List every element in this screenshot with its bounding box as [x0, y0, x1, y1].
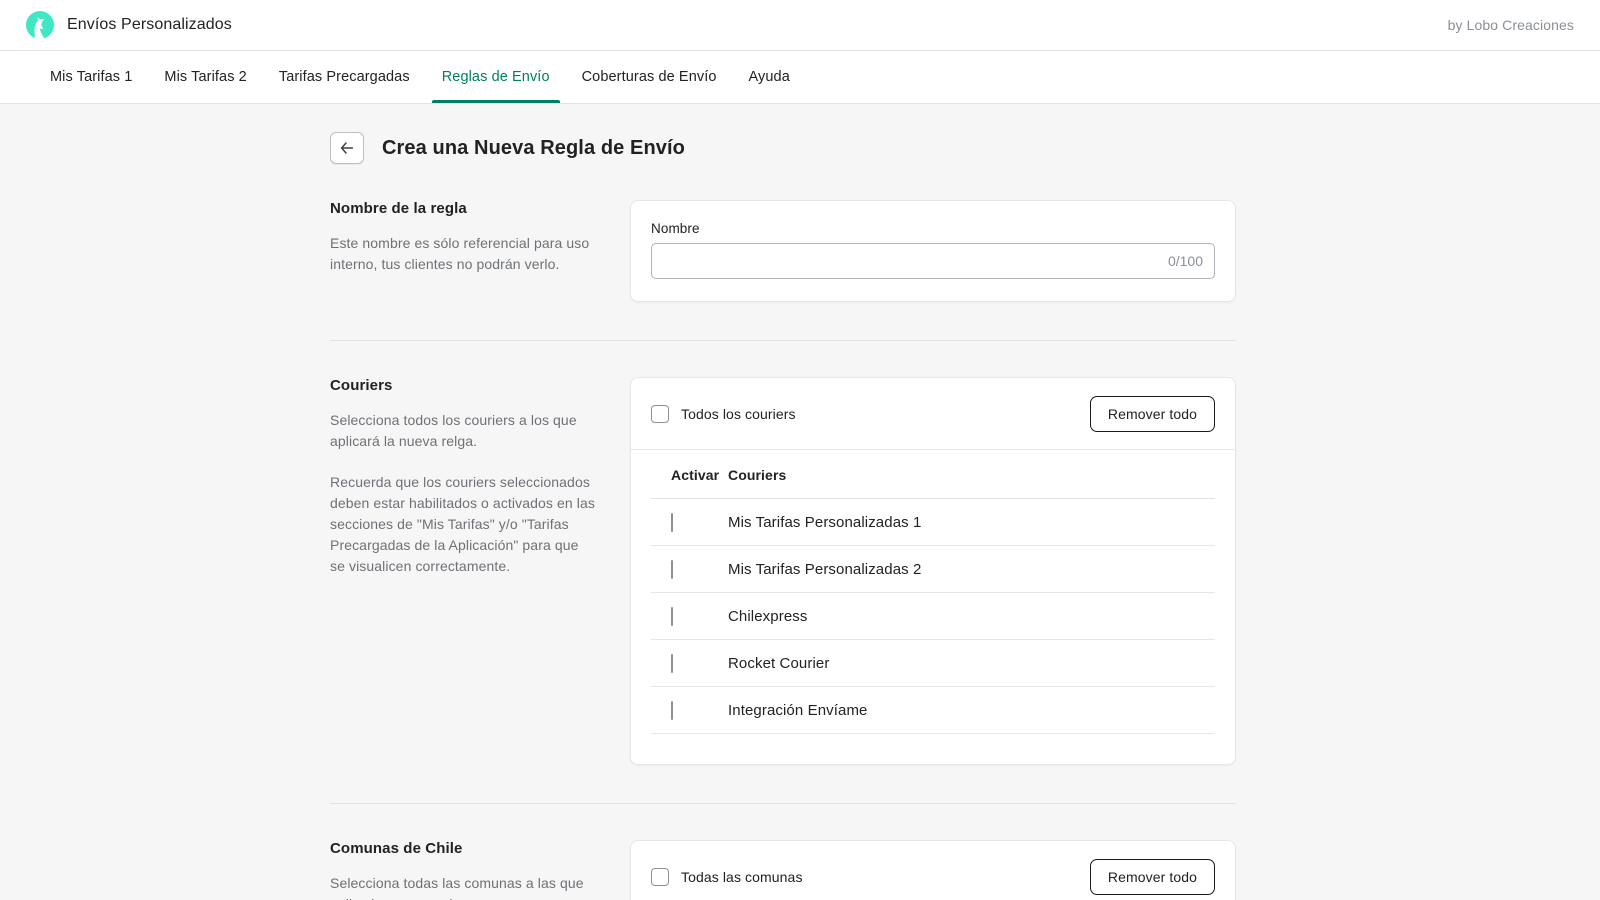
section-rule-name-title: Nombre de la regla: [330, 200, 596, 217]
section-comunas-title: Comunas de Chile: [330, 840, 596, 857]
table-row: Chilexpress: [651, 593, 1215, 640]
courier-row-checkbox-cell[interactable]: [651, 499, 726, 546]
select-all-couriers-label: Todos los couriers: [681, 406, 796, 422]
couriers-table: Activar Couriers Mis Tarifas Personaliza…: [651, 450, 1215, 734]
couriers-table-wrapper: Activar Couriers Mis Tarifas Personaliza…: [631, 450, 1235, 764]
courier-row-checkbox-cell[interactable]: [651, 687, 726, 734]
section-rule-name-main: Nombre 0/100: [630, 200, 1236, 302]
courier-name: Mis Tarifas Personalizadas 2: [726, 546, 1215, 593]
page-title: Crea una Nueva Regla de Envío: [382, 137, 685, 160]
couriers-table-header-row: Activar Couriers: [651, 450, 1215, 499]
courier-name: Integración Envíame: [726, 687, 1215, 734]
section-divider-2: [330, 803, 1236, 804]
section-couriers-main: Todos los couriers Remover todo Activar …: [630, 377, 1236, 765]
page-header: Crea una Nueva Regla de Envío: [330, 132, 1236, 164]
page-body: Crea una Nueva Regla de Envío Nombre de …: [0, 104, 1600, 900]
section-divider-1: [330, 340, 1236, 341]
select-all-couriers[interactable]: Todos los couriers: [651, 405, 796, 423]
table-row: Mis Tarifas Personalizadas 2: [651, 546, 1215, 593]
section-comunas: Comunas de Chile Selecciona todas las co…: [330, 840, 1236, 900]
remove-all-couriers-button[interactable]: Remover todo: [1090, 396, 1215, 432]
courier-name: Chilexpress: [726, 593, 1215, 640]
tab-ayuda[interactable]: Ayuda: [733, 51, 806, 103]
courier-checkbox[interactable]: [671, 513, 673, 532]
tab-coberturas-de-envio[interactable]: Coberturas de Envío: [566, 51, 733, 103]
section-couriers-description-1: Selecciona todos los couriers a los que …: [330, 410, 596, 452]
name-field-label: Nombre: [651, 221, 1215, 236]
courier-checkbox[interactable]: [671, 560, 673, 579]
tab-mis-tarifas-1[interactable]: Mis Tarifas 1: [34, 51, 148, 103]
tab-mis-tarifas-2[interactable]: Mis Tarifas 2: [148, 51, 262, 103]
courier-checkbox[interactable]: [671, 607, 673, 626]
select-all-couriers-checkbox[interactable]: [651, 405, 669, 423]
section-couriers: Couriers Selecciona todos los couriers a…: [330, 377, 1236, 765]
courier-row-checkbox-cell[interactable]: [651, 640, 726, 687]
section-comunas-description-1: Selecciona todas las comunas a las que a…: [330, 873, 596, 900]
tab-tarifas-precargadas[interactable]: Tarifas Precargadas: [263, 51, 426, 103]
app-byline: by Lobo Creaciones: [1448, 17, 1574, 33]
select-all-comunas[interactable]: Todas las comunas: [651, 868, 803, 886]
comunas-card: Todas las comunas Remover todo Filtrar p…: [630, 840, 1236, 900]
tab-reglas-de-envio[interactable]: Reglas de Envío: [426, 51, 566, 103]
courier-checkbox[interactable]: [671, 654, 673, 673]
name-char-counter: 0/100: [1160, 253, 1203, 269]
main-tabs: Mis Tarifas 1 Mis Tarifas 2 Tarifas Prec…: [0, 51, 1600, 104]
courier-name: Mis Tarifas Personalizadas 1: [726, 499, 1215, 546]
column-header-activar: Activar: [651, 450, 726, 499]
rule-name-card: Nombre 0/100: [630, 200, 1236, 302]
courier-name: Rocket Courier: [726, 640, 1215, 687]
courier-row-checkbox-cell[interactable]: [651, 546, 726, 593]
name-field-wrapper[interactable]: 0/100: [651, 243, 1215, 279]
select-all-comunas-label: Todas las comunas: [681, 869, 803, 885]
section-couriers-aside: Couriers Selecciona todos los couriers a…: [330, 377, 630, 577]
courier-checkbox[interactable]: [671, 701, 673, 720]
arrow-left-icon: [339, 140, 355, 156]
wolf-head-logo-icon: [26, 11, 54, 39]
courier-row-checkbox-cell[interactable]: [651, 593, 726, 640]
couriers-card: Todos los couriers Remover todo Activar …: [630, 377, 1236, 765]
comunas-card-header: Todas las comunas Remover todo: [631, 841, 1235, 900]
section-rule-name: Nombre de la regla Este nombre es sólo r…: [330, 200, 1236, 302]
table-row: Rocket Courier: [651, 640, 1215, 687]
app-header: Envíos Personalizados by Lobo Creaciones: [0, 0, 1600, 51]
brand: Envíos Personalizados: [26, 11, 232, 39]
table-row: Integración Envíame: [651, 687, 1215, 734]
section-comunas-main: Todas las comunas Remover todo Filtrar p…: [630, 840, 1236, 900]
section-comunas-aside: Comunas de Chile Selecciona todas las co…: [330, 840, 630, 900]
section-couriers-description-2: Recuerda que los couriers seleccionados …: [330, 472, 596, 577]
section-couriers-title: Couriers: [330, 377, 596, 394]
name-input[interactable]: [663, 253, 1160, 269]
back-button[interactable]: [330, 132, 364, 164]
select-all-comunas-checkbox[interactable]: [651, 868, 669, 886]
couriers-card-header: Todos los couriers Remover todo: [631, 378, 1235, 450]
remove-all-comunas-button[interactable]: Remover todo: [1090, 859, 1215, 895]
section-rule-name-description: Este nombre es sólo referencial para uso…: [330, 233, 596, 275]
table-row: Mis Tarifas Personalizadas 1: [651, 499, 1215, 546]
column-header-couriers: Couriers: [726, 450, 1215, 499]
section-rule-name-aside: Nombre de la regla Este nombre es sólo r…: [330, 200, 630, 275]
app-title: Envíos Personalizados: [67, 16, 232, 34]
